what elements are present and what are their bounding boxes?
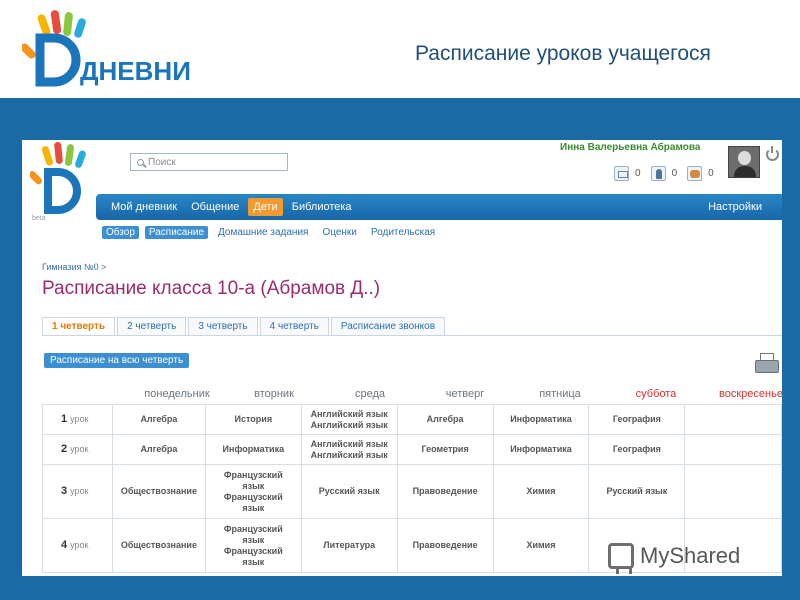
main-nav: Мой дневник Общение Дети Библиотека Наст… [96, 194, 782, 220]
nav-item-my-diary[interactable]: Мой дневник [106, 198, 182, 216]
person-icon [650, 166, 666, 181]
subnav-schedule[interactable]: Расписание [144, 226, 209, 239]
schedule-cell[interactable]: Правоведение [396, 518, 494, 573]
schedule-cell[interactable]: Русский язык [300, 464, 398, 519]
power-icon[interactable] [766, 146, 779, 161]
schedule-cell[interactable]: Информатика [492, 404, 590, 435]
lesson-number-value: 3 [61, 485, 68, 497]
breadcrumb[interactable]: Гимназия №0 > [42, 262, 106, 272]
search-icon [137, 158, 144, 166]
watermark-text: MyShared [640, 543, 741, 568]
app-screenshot: beta Поиск Инна Валерьевна Абрамова 0 0 … [22, 140, 782, 576]
dnevnik-logo: ДНЕВНИК [22, 10, 192, 87]
person-count: 0 [671, 168, 678, 179]
lesson-number: 3 урок [42, 464, 113, 519]
day-monday: понедельник [144, 388, 210, 400]
tab-quarter-4[interactable]: 4 четверть [259, 317, 329, 336]
schedule-cell[interactable]: Алгебра [396, 404, 494, 435]
tabs-divider [42, 335, 782, 336]
subnav-parental[interactable]: Родительская [367, 226, 439, 239]
schedule-cell[interactable]: Информатика [492, 434, 590, 465]
group-counter[interactable]: 0 [687, 166, 714, 181]
tab-bell-schedule[interactable]: Расписание звонков [330, 317, 446, 336]
lesson-word: урок [70, 444, 89, 454]
lesson-number-value: 1 [61, 413, 68, 425]
schedule-cell[interactable]: Английский язык Английский язык [300, 434, 398, 465]
lesson-number: 4 урок [42, 518, 113, 573]
table-row: 3 урок Обществознание Французский язык Фран… [42, 464, 782, 519]
schedule-cell[interactable]: Литература [300, 518, 398, 573]
presentation-icon [608, 543, 634, 574]
app-logo[interactable]: beta [30, 142, 100, 222]
nav-item-children[interactable]: Дети [248, 198, 283, 216]
table-row: 1 урок Алгебра История Английский язык Англи… [42, 404, 782, 435]
nav-item-communication[interactable]: Общение [186, 198, 244, 216]
day-friday: пятница [539, 388, 581, 400]
watermark: MyShared [608, 538, 768, 574]
user-name[interactable]: Инна Валерьевна Абрамова [560, 142, 700, 153]
table-row: 2 урок Алгебра Информатика Английский язык А… [42, 434, 782, 465]
schedule-cell[interactable] [684, 434, 782, 465]
counters: 0 0 0 [614, 166, 714, 181]
schedule-cell[interactable]: Французский язык Французский язык [204, 518, 302, 573]
lesson-word: урок [70, 414, 89, 424]
schedule-cell[interactable]: Алгебра [111, 404, 206, 435]
logo-text: ДНЕВНИК [80, 56, 192, 86]
person-counter[interactable]: 0 [650, 166, 678, 181]
subnav-grades[interactable]: Оценки [318, 226, 360, 239]
day-tuesday: вторник [254, 388, 294, 400]
schedule-cell[interactable]: География [588, 404, 686, 435]
schedule-cell[interactable]: Обществознание [111, 518, 206, 573]
page-title: Расписание класса 10-а (Абрамов Д..) [42, 278, 381, 299]
mail-icon [614, 166, 629, 181]
schedule-cell[interactable]: Химия [492, 464, 590, 519]
printer-icon[interactable] [755, 353, 779, 375]
full-quarter-schedule-button[interactable]: Расписание на всю четверть [44, 353, 190, 368]
schedule-cell[interactable]: Обществознание [111, 464, 206, 519]
day-saturday: суббота [635, 388, 677, 400]
schedule-cell[interactable]: Геометрия [396, 434, 494, 465]
schedule-cell[interactable]: География [588, 434, 686, 465]
group-count: 0 [708, 168, 714, 179]
search-placeholder: Поиск [148, 156, 176, 168]
schedule-cell[interactable]: Правоведение [396, 464, 494, 519]
lesson-number: 1 урок [42, 404, 113, 435]
schedule-cell[interactable]: Русский язык [588, 464, 686, 519]
schedule-cell[interactable]: Химия [492, 518, 590, 573]
subnav-homework[interactable]: Домашние задания [214, 226, 312, 239]
day-sunday: воскресенье [719, 388, 782, 400]
lesson-number: 2 урок [42, 434, 113, 465]
weekday-header: понедельник вторник среда четверг пятниц… [42, 388, 782, 402]
beta-label: beta [32, 215, 46, 222]
quarter-tabs: 1 четверть 2 четверть 3 четверть 4 четве… [42, 317, 447, 336]
group-icon [687, 166, 703, 181]
tab-quarter-3[interactable]: 3 четверть [188, 317, 258, 336]
lesson-number-value: 2 [61, 443, 68, 455]
schedule-cell[interactable]: Французский язык Французский язык [204, 464, 302, 519]
day-wednesday: среда [354, 388, 386, 400]
tab-quarter-2[interactable]: 2 четверть [117, 317, 187, 336]
schedule-cell[interactable]: Алгебра [111, 434, 206, 465]
avatar[interactable] [728, 146, 760, 178]
lesson-word: урок [70, 540, 89, 550]
schedule-cell[interactable]: Информатика [204, 434, 302, 465]
nav-item-settings[interactable]: Настройки [708, 201, 762, 213]
mail-count: 0 [635, 168, 641, 179]
schedule-cell[interactable]: Английский язык Английский язык [300, 404, 398, 435]
lesson-word: урок [70, 486, 89, 496]
slide-title: Расписание уроков учащегося [415, 42, 711, 65]
lesson-number-value: 4 [61, 539, 68, 551]
mail-counter[interactable]: 0 [614, 166, 641, 181]
sub-nav: Обзор Расписание Домашние задания Оценки… [102, 226, 439, 239]
nav-item-library[interactable]: Библиотека [287, 198, 357, 216]
day-thursday: четверг [445, 388, 485, 400]
slide-header: ДНЕВНИК Расписание уроков учащегося [0, 0, 800, 98]
search-input[interactable]: Поиск [130, 153, 288, 171]
tab-quarter-1[interactable]: 1 четверть [42, 317, 116, 336]
schedule-cell[interactable] [684, 404, 782, 435]
schedule-cell[interactable] [684, 464, 782, 519]
subnav-overview[interactable]: Обзор [102, 226, 139, 239]
schedule-cell[interactable]: История [204, 404, 302, 435]
